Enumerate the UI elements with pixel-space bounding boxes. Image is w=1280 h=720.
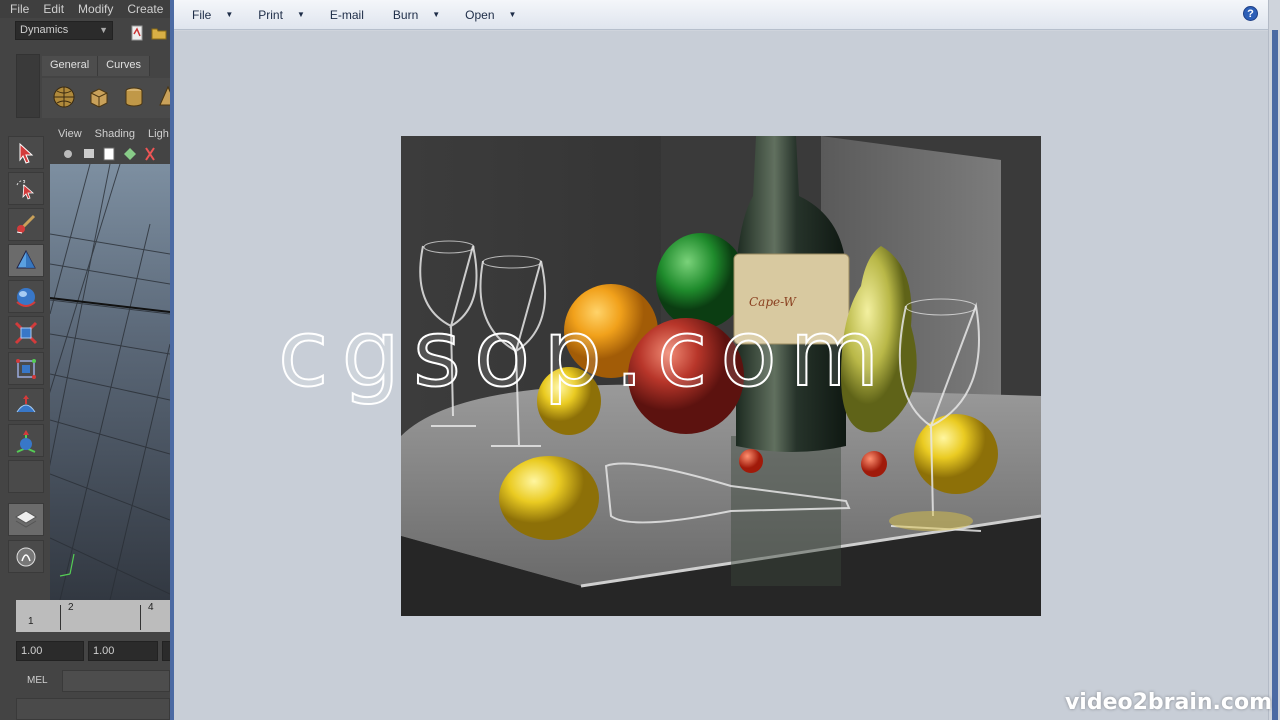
viewer-toolbar: File ▼ Print ▼ E-mail Burn ▼ Open ▼ ?	[174, 0, 1268, 30]
outliner-icon	[16, 547, 36, 566]
shelf-handle[interactable]	[16, 54, 40, 118]
viewport-menu-view[interactable]: View	[50, 126, 87, 144]
shelf-tabs: General Curves	[42, 56, 150, 76]
burn-menu-button[interactable]: Burn ▼	[393, 8, 440, 22]
rotate-icon	[16, 287, 36, 307]
mel-command-line[interactable]	[62, 670, 170, 692]
time-slider[interactable]: 2 4 1	[16, 600, 170, 632]
empty-tool-slot	[8, 460, 44, 493]
viewport-menu-bar: View Shading Ligh	[50, 126, 170, 144]
viewport-toolbar	[50, 144, 170, 164]
cylinder-icon[interactable]	[122, 85, 146, 109]
menu-modify[interactable]: Modify	[71, 2, 120, 16]
range-slider[interactable]	[162, 641, 170, 661]
shelf	[42, 78, 170, 118]
scale-tool[interactable]	[8, 316, 44, 349]
cube-icon[interactable]	[87, 85, 111, 109]
paint-select-tool[interactable]	[8, 208, 44, 241]
print-menu-label: Print	[258, 7, 283, 22]
soft-mod-icon	[16, 394, 36, 412]
viewport-grid	[50, 164, 170, 600]
rotate-tool[interactable]	[8, 280, 44, 313]
universal-manipulator-icon	[16, 358, 36, 379]
menu-set-dropdown[interactable]: Dynamics ▼	[15, 21, 113, 40]
help-line	[16, 698, 170, 720]
email-label: E-mail	[329, 7, 364, 22]
layout-icon	[15, 509, 37, 528]
paint-icon	[16, 214, 36, 233]
open-menu-label: Open	[465, 7, 495, 22]
menu-file[interactable]: File	[4, 2, 36, 16]
show-manipulator-tool[interactable]	[8, 424, 44, 457]
help-icon[interactable]: ?	[1243, 6, 1258, 21]
scrollbar[interactable]	[1272, 30, 1278, 720]
outliner-button[interactable]	[8, 540, 44, 573]
open-menu-button[interactable]: Open ▼	[465, 8, 516, 22]
folder-icon[interactable]	[151, 25, 167, 41]
tool-box	[6, 136, 46, 576]
chevron-down-icon: ▼	[99, 25, 108, 35]
range-start-field[interactable]: 1.00	[16, 641, 84, 661]
chevron-down-icon: ▼	[296, 10, 305, 19]
file-menu-label: File	[192, 7, 212, 22]
viewport-tool-icons[interactable]	[50, 144, 170, 164]
soft-mod-tool[interactable]	[8, 388, 44, 421]
timeline-label: 2	[68, 602, 74, 613]
video2brain-watermark: video2brain.com	[1064, 690, 1272, 715]
file-menu-button[interactable]: File ▼	[192, 8, 233, 22]
timeline-tick	[60, 605, 61, 630]
chevron-down-icon: ▼	[432, 10, 441, 19]
scale-icon	[14, 321, 38, 344]
maya-viewport[interactable]	[50, 164, 170, 600]
burn-menu-label: Burn	[392, 7, 419, 22]
move-icon	[16, 249, 36, 268]
universal-manipulator-tool[interactable]	[8, 352, 44, 385]
maya-panel: File Edit Modify Create Dynamics ▼ Gener…	[0, 0, 170, 720]
menu-create[interactable]: Create	[120, 2, 170, 16]
current-frame: 1	[28, 616, 34, 627]
file-icon[interactable]	[129, 25, 145, 41]
range-end-field[interactable]: 1.00	[88, 641, 158, 661]
lasso-tool[interactable]	[8, 172, 44, 205]
menu-edit[interactable]: Edit	[36, 2, 71, 16]
select-tool[interactable]	[8, 136, 44, 169]
viewport-menu-shading[interactable]: Shading	[87, 126, 140, 144]
lasso-icon	[16, 179, 35, 200]
show-manipulator-icon	[16, 429, 36, 453]
chevron-down-icon: ▼	[508, 10, 517, 19]
select-arrow-icon	[19, 142, 34, 164]
window-right-border	[1268, 0, 1280, 720]
timeline-tick	[140, 605, 141, 630]
layout-button[interactable]	[8, 503, 44, 536]
viewport-menu-lighting[interactable]: Ligh	[140, 126, 170, 144]
cgsop-watermark: cgsop.com	[277, 299, 893, 408]
shelf-tab-general[interactable]: General	[42, 56, 99, 76]
menu-set-value: Dynamics	[20, 24, 69, 36]
cone-icon[interactable]	[156, 85, 170, 109]
chevron-down-icon: ▼	[225, 10, 234, 19]
email-button[interactable]: E-mail	[330, 8, 364, 22]
mel-label: MEL	[27, 675, 48, 686]
maya-menu-bar: File Edit Modify Create	[0, 0, 170, 18]
print-menu-button[interactable]: Print ▼	[258, 8, 305, 22]
move-tool[interactable]	[8, 244, 44, 277]
shelf-tab-curves[interactable]: Curves	[98, 56, 150, 76]
sphere-icon[interactable]	[52, 85, 76, 109]
timeline-label: 4	[148, 602, 154, 613]
